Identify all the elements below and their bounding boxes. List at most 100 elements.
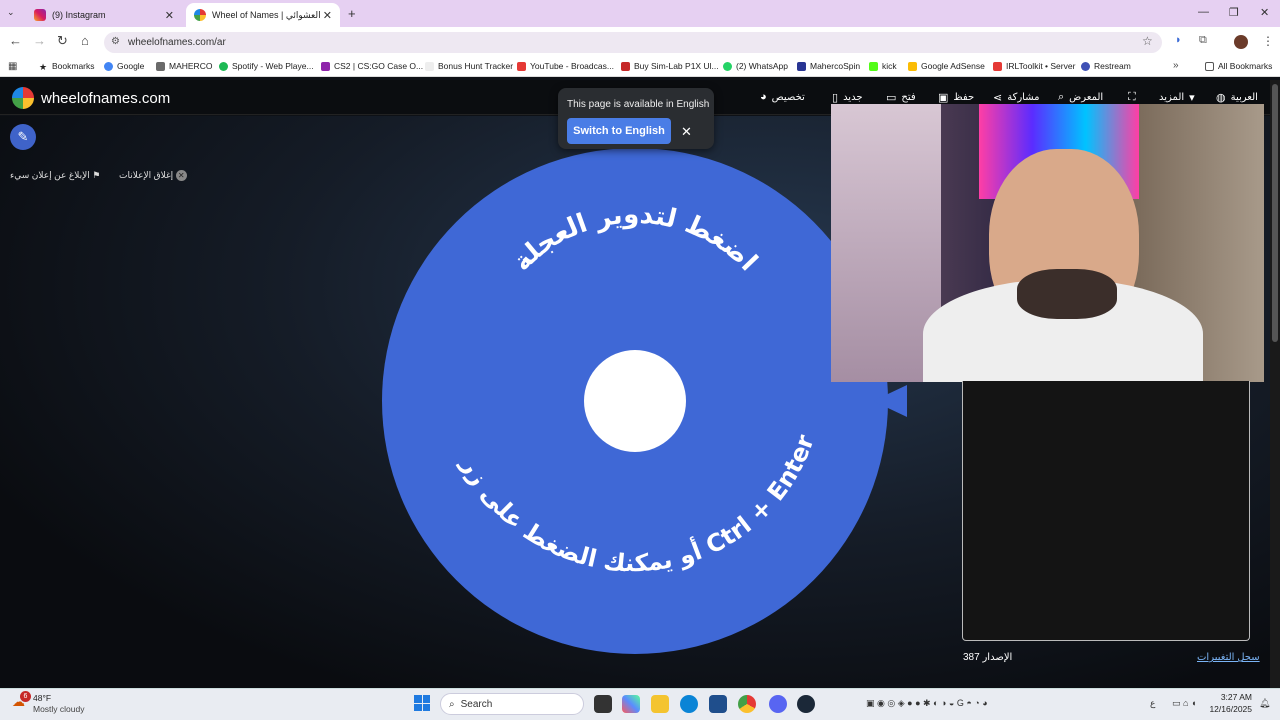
close-icon[interactable]: ✕ [681, 124, 692, 140]
file-icon: ▯ [832, 92, 839, 104]
changelog-link[interactable]: سجل التغييرات [1197, 652, 1260, 663]
site-info-icon[interactable]: ⚙ [111, 36, 120, 47]
menu-more[interactable]: المزيد ▾ [1159, 91, 1195, 104]
address-bar[interactable]: wheelofnames.com/ar [104, 32, 1162, 53]
menu-open[interactable]: ▭ فتح [886, 91, 916, 104]
reload-icon[interactable]: ↻ [57, 33, 68, 49]
chrome-menu-icon[interactable]: ⋮ [1262, 34, 1274, 48]
bookmark-item[interactable]: Spotify - Web Playe... [219, 61, 314, 71]
windows-taskbar [0, 688, 1280, 720]
scrollbar-thumb[interactable] [1272, 84, 1278, 342]
bookmark-item[interactable]: CS2 | CS:GO Case O... [321, 61, 423, 71]
menu-language[interactable]: ◍ العربية [1216, 91, 1258, 104]
clock-date[interactable]: 12/16/2025 [1208, 704, 1252, 714]
bookmark-item[interactable]: Restream [1081, 61, 1131, 71]
forward-icon[interactable]: → [33, 33, 46, 48]
report-ad-link[interactable]: الإبلاغ عن إعلان سيء ⚑ [10, 170, 100, 181]
wheel-favicon-icon [194, 9, 206, 21]
bookmark-item[interactable]: Google [104, 61, 144, 71]
spotify-icon [219, 61, 228, 71]
taskbar-search[interactable]: ⌕ Search [440, 693, 584, 715]
bookmark-item[interactable]: MahercoSpin [797, 61, 860, 71]
more-bookmarks-icon[interactable]: » [1173, 60, 1179, 71]
whatsapp-icon [723, 61, 732, 71]
steam-icon[interactable] [797, 695, 815, 713]
folder-open-icon: ▭ [886, 92, 897, 104]
menu-customize[interactable]: ◕ تخصيص [760, 91, 805, 103]
bookmark-item[interactable]: YouTube - Broadcas... [517, 61, 614, 71]
save-icon: ▣ [938, 92, 949, 104]
irltoolkit-icon [993, 61, 1002, 71]
task-view-icon[interactable] [594, 695, 612, 713]
tab-title: Wheel of Names | اسم العشوائي [212, 9, 323, 20]
maherco-icon [156, 61, 165, 71]
share-icon: ⋖ [993, 92, 1003, 104]
google-icon [104, 61, 113, 71]
menu-new[interactable]: ▯ جديد [832, 91, 863, 104]
copilot-icon[interactable] [622, 695, 640, 713]
site-name[interactable]: wheelofnames.com [41, 90, 170, 107]
bookmark-item[interactable]: Buy Sim-Lab P1X Ul... [621, 61, 719, 71]
bookmark-item[interactable]: Google AdSense [908, 61, 985, 71]
tray-icons[interactable]: ▣ ◉ ◎ ◈ ● ● ✱ ◐ ◑ ◒ G ◓ ◔ ◕ [866, 698, 988, 709]
bookmark-item[interactable]: (2) WhatsApp [723, 61, 788, 71]
edit-pencil-button[interactable]: ✎ [10, 124, 36, 150]
fullscreen-button[interactable]: ⛶ [1128, 91, 1136, 104]
weather-temp[interactable]: 48°F [33, 693, 51, 703]
network-volume-icons[interactable]: ▭ ⌂ ◖ [1172, 698, 1196, 709]
clock-time[interactable]: 3:27 AM [1210, 692, 1252, 702]
bookmark-item[interactable]: kick [869, 61, 897, 71]
extensions-puzzle-icon[interactable]: ⧉ [1199, 34, 1207, 47]
kick-icon [869, 61, 878, 71]
restore-icon[interactable]: ❐ [1229, 6, 1239, 19]
youtube-icon [517, 61, 526, 71]
discord-icon[interactable] [769, 695, 787, 713]
tab-wheel-of-names[interactable]: Wheel of Names | اسم العشوائي ✕ [186, 3, 340, 27]
close-tab-icon[interactable]: ✕ [165, 9, 174, 22]
tab-search-chevron-icon[interactable]: ⌄ [7, 7, 15, 18]
webcam-overlay [831, 104, 1264, 382]
new-tab-icon[interactable]: + [348, 6, 356, 21]
wheel-center-hub[interactable] [584, 350, 686, 452]
bookmark-item[interactable]: MAHERCO [156, 61, 212, 71]
home-icon[interactable]: ⌂ [81, 33, 89, 48]
fullscreen-icon: ⛶ [1128, 91, 1136, 103]
star-icon: ★ [39, 61, 48, 72]
close-window-icon[interactable]: ✕ [1260, 6, 1269, 19]
entries-panel[interactable] [962, 381, 1250, 641]
apps-grid-icon[interactable]: ▦ [8, 61, 17, 72]
all-bookmarks[interactable]: All Bookmarks [1205, 61, 1272, 71]
restream-icon [1081, 61, 1090, 71]
bookmark-star-icon[interactable]: ☆ [1142, 34, 1153, 48]
site-logo[interactable] [12, 87, 34, 109]
minimize-icon[interactable]: — [1198, 6, 1209, 18]
adsense-icon [908, 61, 917, 71]
file-explorer-icon[interactable] [651, 695, 669, 713]
simlab-icon [621, 61, 630, 71]
search-icon: ⌕ [449, 698, 455, 710]
tab-title: (9) Instagram [52, 10, 106, 20]
version-info: 387 الإصدار [963, 652, 1013, 663]
flag-icon: ⚑ [92, 170, 101, 180]
windows-start-icon[interactable] [414, 695, 430, 711]
store-icon[interactable] [709, 695, 727, 713]
close-tab-icon[interactable]: ✕ [323, 9, 332, 22]
weather-desc[interactable]: Mostly cloudy [33, 704, 85, 714]
bookmark-item[interactable]: IRLToolkit • Server [993, 61, 1075, 71]
bookmark-item[interactable]: ★ Bookmarks [39, 61, 95, 72]
close-ads-link[interactable]: إغلاق الإعلانات ✕ [119, 170, 187, 181]
globe-icon: ◍ [1216, 92, 1226, 104]
extension-icon[interactable]: ◗ [1175, 34, 1182, 46]
edge-icon[interactable] [680, 695, 698, 713]
profile-avatar[interactable] [1234, 35, 1248, 49]
input-language[interactable]: ع [1150, 698, 1155, 709]
back-icon[interactable]: ← [9, 33, 22, 48]
bookmark-item[interactable]: Bonus Hunt Tracker [425, 61, 513, 71]
menu-save[interactable]: ▣ حفظ [938, 91, 974, 104]
menu-share[interactable]: ⋖ مشاركة [993, 91, 1040, 104]
notification-bell-icon[interactable]: 🔔︎ [1259, 698, 1270, 709]
menu-gallery[interactable]: ⌕ المعرض [1058, 91, 1103, 104]
chrome-icon[interactable] [738, 695, 756, 713]
tab-instagram[interactable]: (9) Instagram ✕ [26, 3, 182, 27]
switch-to-english-button[interactable]: Switch to English [567, 118, 671, 144]
